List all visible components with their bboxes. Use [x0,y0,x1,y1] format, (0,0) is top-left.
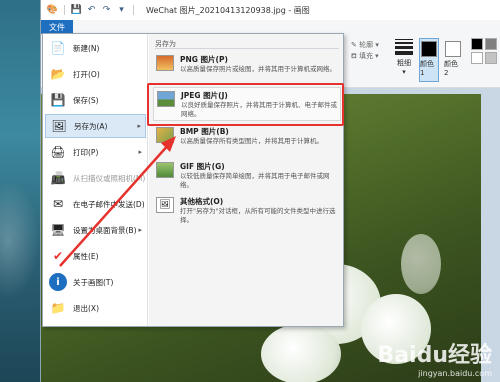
separator [64,5,65,15]
palette-swatch[interactable] [485,38,497,50]
redo-icon[interactable]: ↷ [101,5,112,16]
submenu-item-desc: 以高质量保存照片或绘图，并将其用于计算机或网络。 [180,65,336,73]
thickness-button[interactable]: 粗细 ▾ [393,38,415,82]
color1-label: 颜色 1 [420,60,434,77]
annotation-highlight-box [147,83,344,126]
submenu-arrow-icon: ▸ [137,122,141,130]
baidu-watermark: Baidu经验 jingyan.baidu.com [377,337,492,378]
watermark-sub: jingyan.baidu.com [418,369,492,378]
customize-toolbar-icon[interactable]: ▾ [116,5,127,16]
palette-swatch[interactable] [471,52,483,64]
flower-petal [261,324,341,382]
bmp-image-icon [156,127,174,143]
title-bar: 🎨 💾 ↶ ↷ ▾ WeChat 图片_20210413120938.jpg -… [41,0,500,20]
save-as-icon: 🖼 [51,119,67,133]
save-as-bmp[interactable]: BMP 图片(B) 以高质量保存所有类型图片，并将其用于计算机。 [153,124,341,158]
chevron-down-icon: ▾ [402,68,406,76]
menu-item-save-as[interactable]: 🖼 另存为(A) ▸ [45,114,146,138]
separator [133,5,134,15]
menu-item-label: 退出(X) [73,303,99,313]
thickness-lines-icon [395,38,413,56]
thickness-label: 粗细 [397,59,411,67]
exit-icon: 📁 [50,301,66,315]
menu-item-properties[interactable]: ✔ 属性(E) [45,244,146,268]
submenu-item-title: GIF 图片(G) [180,162,225,171]
menu-item-save[interactable]: 💾 保存(S) [45,88,146,112]
other-formats-icon: 🖼 [156,197,174,213]
menu-item-label: 另存为(A) [74,121,108,131]
color1-button[interactable]: 颜色 1 [419,38,439,82]
file-menu-list: 📄 新建(N) 📂 打开(O) 💾 保存(S) 🖼 另存为(A) ▸ 🖨 打印(… [43,34,148,326]
menu-item-email[interactable]: ✉ 在电子邮件中发送(D) [45,192,146,216]
color2-label: 颜色 2 [444,60,458,77]
submenu-item-title: BMP 图片(B) [180,127,229,136]
undo-icon[interactable]: ↶ [86,5,97,16]
flower-bud [401,234,441,294]
menu-item-print[interactable]: 🖨 打印(P) ▸ [45,140,146,164]
new-file-icon: 📄 [50,41,66,55]
menu-item-label: 从扫描仪或照相机(M) [73,173,146,183]
menu-item-label: 属性(E) [73,251,99,261]
save-icon[interactable]: 💾 [71,5,82,16]
open-folder-icon: 📂 [50,67,66,81]
save-as-submenu: 另存为 PNG 图片(P) 以高质量保存照片或绘图，并将其用于计算机或网络。 J… [149,34,343,326]
submenu-item-desc: 以高质量保存所有类型图片，并将其用于计算机。 [180,137,323,145]
submenu-divider [155,48,339,49]
info-icon: i [49,273,67,291]
submenu-item-desc: 以较低质量保存简单绘图，并将其用于电子邮件或网络。 [180,172,330,189]
palette-swatch[interactable] [471,38,483,50]
paint-app-icon: 🎨 [46,5,59,15]
window-title: WeChat 图片_20210413120938.jpg - 画图 [146,5,310,15]
menu-item-about[interactable]: i 关于画图(T) [45,270,146,294]
submenu-item-desc: 打开"另存为"对话框，从所有可能的文件类型中进行选择。 [180,207,336,224]
menu-item-label: 关于画图(T) [73,277,114,287]
wallpaper-wave [0,180,40,300]
menu-item-label: 保存(S) [73,95,99,105]
menu-item-desktop-background[interactable]: 🖥 设置为桌面背景(B) ▸ [45,218,146,242]
gif-image-icon [156,162,174,178]
menu-item-new[interactable]: 📄 新建(N) [45,36,146,60]
submenu-arrow-icon: ▸ [138,148,142,156]
palette-swatch[interactable] [485,52,497,64]
menu-item-open[interactable]: 📂 打开(O) [45,62,146,86]
desktop-background-icon: 🖥 [50,223,66,237]
color-palette [471,38,500,64]
color1-swatch [421,41,437,57]
submenu-item-title: 其他格式(O) [180,197,224,206]
menu-item-label: 打开(O) [73,69,100,79]
file-menu: 📄 新建(N) 📂 打开(O) 💾 保存(S) 🖼 另存为(A) ▸ 🖨 打印(… [42,33,344,327]
save-as-gif[interactable]: GIF 图片(G) 以较低质量保存简单绘图，并将其用于电子邮件或网络。 [153,159,341,193]
menu-item-label: 设置为桌面背景(B) [73,225,137,235]
menu-item-label: 在电子邮件中发送(D) [73,199,145,209]
save-disk-icon: 💾 [50,93,66,107]
save-as-png[interactable]: PNG 图片(P) 以高质量保存照片或绘图，并将其用于计算机或网络。 [153,52,341,86]
save-as-other-formats[interactable]: 🖼 其他格式(O) 打开"另存为"对话框，从所有可能的文件类型中进行选择。 [153,194,341,228]
watermark-main: Baidu经验 [377,343,492,368]
menu-item-scanner[interactable]: 📠 从扫描仪或照相机(M) [45,166,146,190]
color2-button[interactable]: 颜色 2 [443,38,463,82]
scanner-icon: 📠 [50,171,66,185]
png-image-icon [156,55,174,71]
menu-item-label: 新建(N) [73,43,100,53]
menu-item-exit[interactable]: 📁 退出(X) [45,296,146,320]
submenu-item-title: PNG 图片(P) [180,55,228,64]
submenu-arrow-icon: ▸ [138,226,142,234]
menu-item-label: 打印(P) [73,147,99,157]
email-icon: ✉ [52,197,64,211]
file-tab[interactable]: 文件 [41,20,73,34]
properties-check-icon: ✔ [52,249,64,263]
color2-swatch [445,41,461,57]
printer-icon: 🖨 [50,145,66,159]
